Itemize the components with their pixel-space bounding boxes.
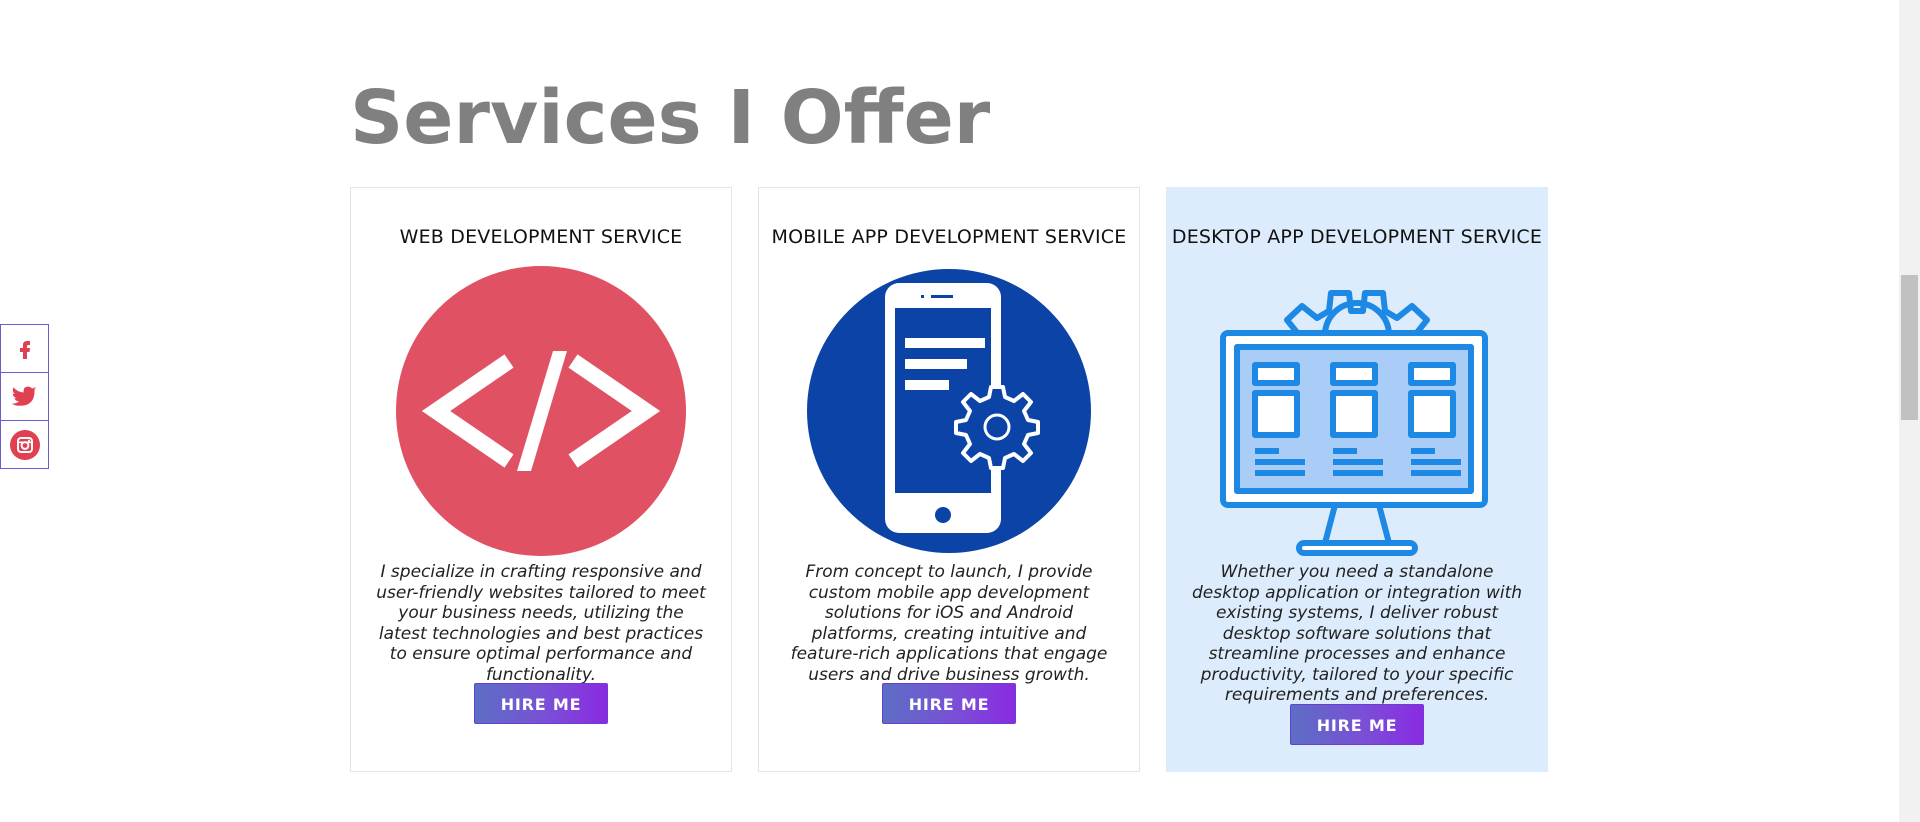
card-title: DESKTOP APP DEVELOPMENT SERVICE <box>1171 226 1543 248</box>
facebook-icon <box>19 340 30 359</box>
instagram-icon <box>9 429 40 460</box>
section-title: Services I Offer <box>350 75 991 161</box>
hire-me-button[interactable]: HIRE ME <box>474 683 608 724</box>
desktop-app-icon <box>1207 263 1507 558</box>
service-card-desktop: DESKTOP APP DEVELOPMENT SERVICE Whether … <box>1166 187 1548 772</box>
services-page: Services I Offer WEB DEVELOPMENT SERVICE… <box>0 0 1920 822</box>
twitter-link[interactable] <box>0 372 49 421</box>
card-description: I specialize in crafting responsive and … <box>376 562 706 685</box>
card-description: Whether you need a standalone desktop ap… <box>1191 562 1523 705</box>
card-title: MOBILE APP DEVELOPMENT SERVICE <box>771 226 1127 248</box>
card-title: WEB DEVELOPMENT SERVICE <box>399 226 683 248</box>
mobile-app-icon <box>799 263 1099 558</box>
instagram-link[interactable] <box>0 420 49 469</box>
service-card-web: WEB DEVELOPMENT SERVICE I specialize in … <box>350 187 732 772</box>
code-icon <box>391 263 691 558</box>
hire-me-button[interactable]: HIRE ME <box>882 683 1016 724</box>
scrollbar-thumb[interactable] <box>1901 275 1918 420</box>
facebook-link[interactable] <box>0 324 49 373</box>
social-sidebar <box>0 324 49 469</box>
twitter-icon <box>11 386 37 406</box>
card-description: From concept to launch, I provide custom… <box>790 562 1108 685</box>
scrollbar-track[interactable] <box>1899 0 1920 822</box>
service-card-mobile: MOBILE APP DEVELOPMENT SERVICE From conc… <box>758 187 1140 772</box>
hire-me-button[interactable]: HIRE ME <box>1290 704 1424 745</box>
